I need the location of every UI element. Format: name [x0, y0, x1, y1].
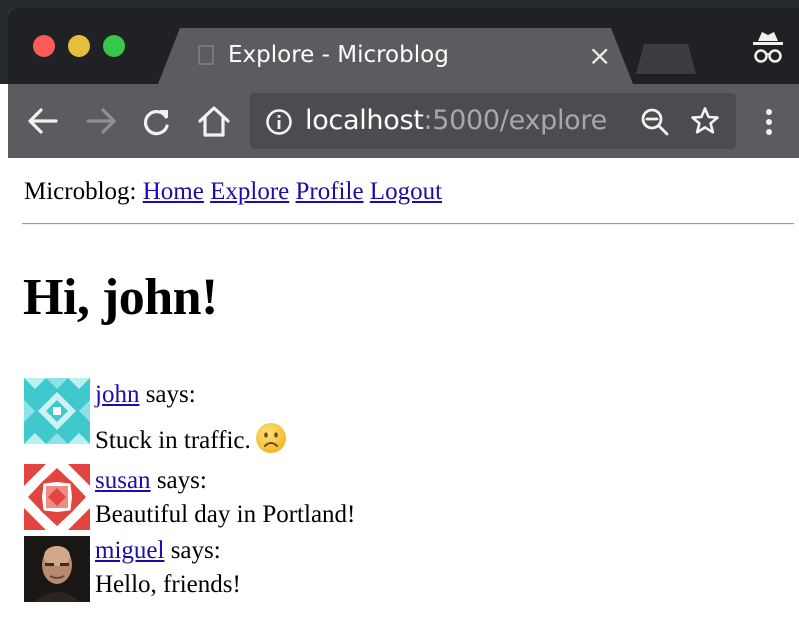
- home-button[interactable]: [196, 104, 232, 143]
- frowning-face-icon: [255, 423, 286, 453]
- arrow-left-icon: [28, 108, 58, 134]
- address-bar[interactable]: localhost:5000/explore: [250, 93, 736, 149]
- home-icon: [198, 106, 230, 137]
- url-path: :5000/explore: [423, 105, 608, 136]
- post-author-link[interactable]: susan: [95, 467, 151, 494]
- close-window-button[interactable]: [33, 35, 55, 57]
- url-host: localhost: [305, 105, 424, 136]
- post-says: says:: [170, 537, 221, 564]
- divider: [22, 223, 794, 225]
- url-text[interactable]: localhost:5000/explore: [305, 105, 607, 136]
- site-nav: Microblog: Home Explore Profile Logout: [24, 178, 442, 206]
- avatar: [24, 464, 90, 530]
- post-text: john says: Stuck in traffic.: [95, 380, 287, 456]
- avatar: [24, 536, 90, 602]
- reload-button[interactable]: [142, 107, 172, 142]
- maximize-window-button[interactable]: [103, 35, 125, 57]
- post-author-link[interactable]: john: [95, 381, 139, 408]
- post-body-text: Stuck in traffic.: [95, 427, 251, 454]
- tab-title: Explore - Microblog: [228, 42, 449, 68]
- browser-toolbar: localhost:5000/explore: [8, 84, 799, 158]
- page-icon: [198, 45, 214, 65]
- post-text: susan says: Beautiful day in Portland!: [95, 466, 355, 530]
- tab-explore[interactable]: Explore - Microblog ×: [158, 28, 633, 84]
- nav-link-profile[interactable]: Profile: [296, 178, 364, 205]
- page-title: Hi, john!: [23, 269, 218, 326]
- incognito-icon: [752, 30, 784, 71]
- post-header: susan says:: [95, 466, 355, 496]
- avatar: [24, 378, 90, 444]
- browser-window: Explore - Microblog × localhost:5000/exp…: [8, 8, 799, 633]
- post-body: Stuck in traffic.: [95, 422, 287, 456]
- tab-strip: Explore - Microblog ×: [8, 8, 799, 84]
- reload-icon: [144, 110, 169, 136]
- post-author-link[interactable]: miguel: [95, 537, 164, 564]
- post-says: says:: [156, 467, 207, 494]
- minimize-window-button[interactable]: [68, 35, 90, 57]
- nav-link-logout[interactable]: Logout: [370, 178, 442, 205]
- post-body: Hello, friends!: [95, 571, 241, 598]
- zoom-icon[interactable]: [640, 107, 670, 142]
- info-icon[interactable]: [265, 108, 293, 141]
- arrow-right-icon: [86, 108, 116, 134]
- star-icon[interactable]: [690, 106, 720, 141]
- nav-brand: Microblog:: [24, 178, 137, 205]
- new-tab-button[interactable]: [636, 44, 696, 74]
- back-button[interactable]: [26, 107, 58, 140]
- post-says: says:: [145, 381, 196, 408]
- nav-link-home[interactable]: Home: [143, 178, 204, 205]
- post-header: miguel says:: [95, 536, 241, 566]
- post-header: john says:: [95, 380, 287, 410]
- forward-button[interactable]: [86, 107, 118, 140]
- nav-link-explore[interactable]: Explore: [210, 178, 289, 205]
- post-body: Beautiful day in Portland!: [95, 501, 356, 528]
- kebab-menu-icon[interactable]: [764, 108, 774, 141]
- close-tab-icon[interactable]: ×: [588, 39, 611, 72]
- page-content: Microblog: Home Explore Profile Logout H…: [8, 158, 799, 633]
- post-text: miguel says: Hello, friends!: [95, 536, 241, 600]
